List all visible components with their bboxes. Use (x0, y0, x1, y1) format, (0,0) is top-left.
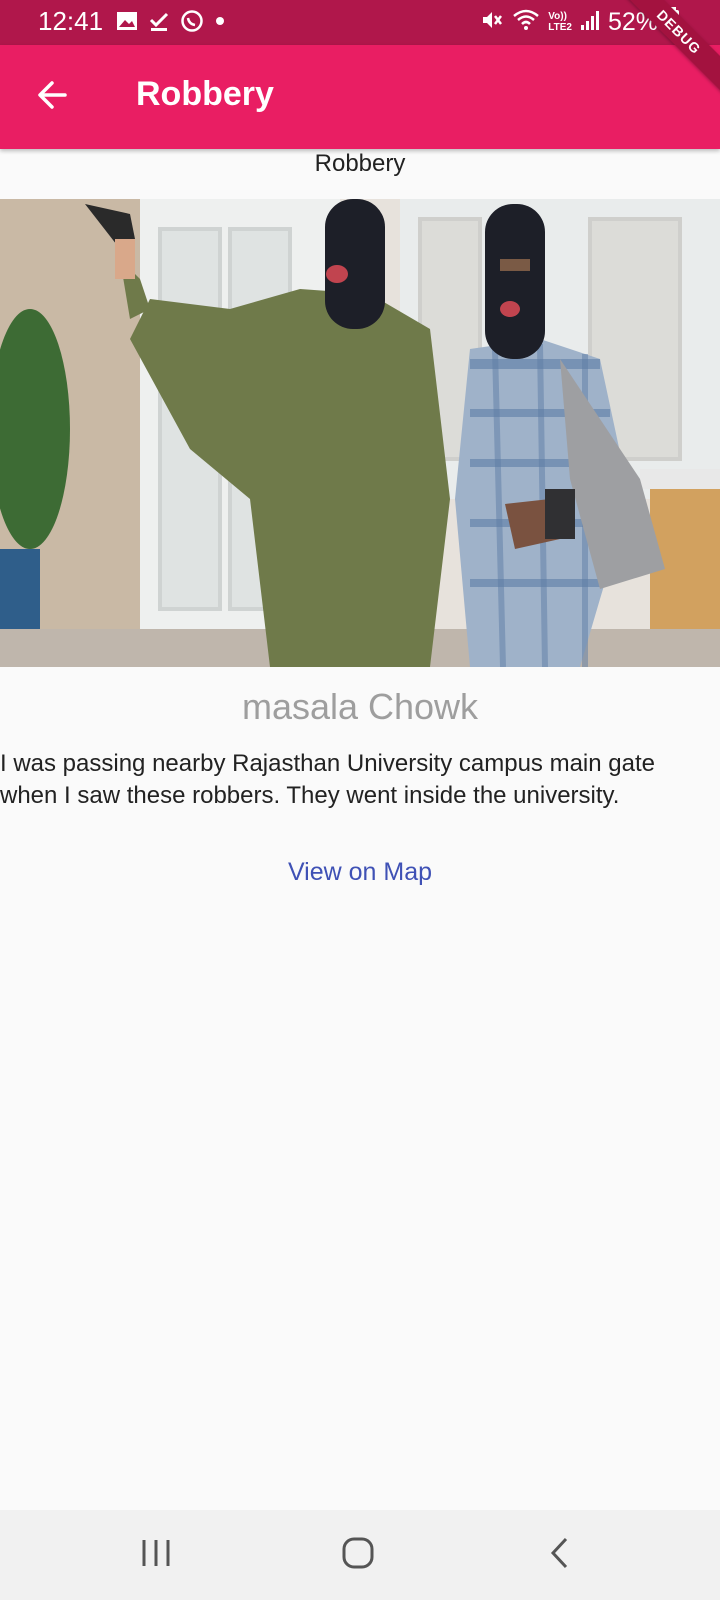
nav-back-button[interactable] (530, 1530, 590, 1580)
back-icon (548, 1536, 572, 1575)
page-title: Robbery (136, 75, 274, 113)
report-photo (0, 199, 720, 667)
home-button[interactable] (328, 1530, 388, 1580)
whatsapp-icon (180, 9, 204, 38)
status-bar: 12:41 Vo)) LTE2 52% (0, 0, 720, 45)
gallery-icon (116, 11, 138, 36)
status-time: 12:41 (38, 6, 104, 36)
report-category: Robbery (314, 150, 406, 177)
report-description: I was passing nearby Rajasthan Universit… (0, 750, 655, 809)
view-on-map-button[interactable]: View on Map (260, 850, 460, 894)
mute-icon (480, 8, 504, 37)
report-location: masala Chowk (241, 686, 479, 727)
home-icon (341, 1536, 375, 1575)
notification-icons (116, 8, 226, 38)
recent-apps-icon (140, 1538, 172, 1573)
check-icon (148, 10, 170, 37)
system-nav-bar (0, 1510, 720, 1600)
volte-icon: Vo)) LTE2 (548, 11, 572, 33)
back-button[interactable] (28, 73, 76, 121)
dot-icon (214, 14, 226, 32)
signal-icon (580, 9, 600, 36)
recent-apps-button[interactable] (126, 1530, 186, 1580)
arrow-left-icon (35, 78, 69, 117)
wifi-icon (512, 8, 540, 37)
app-bar: Robbery (0, 45, 720, 149)
